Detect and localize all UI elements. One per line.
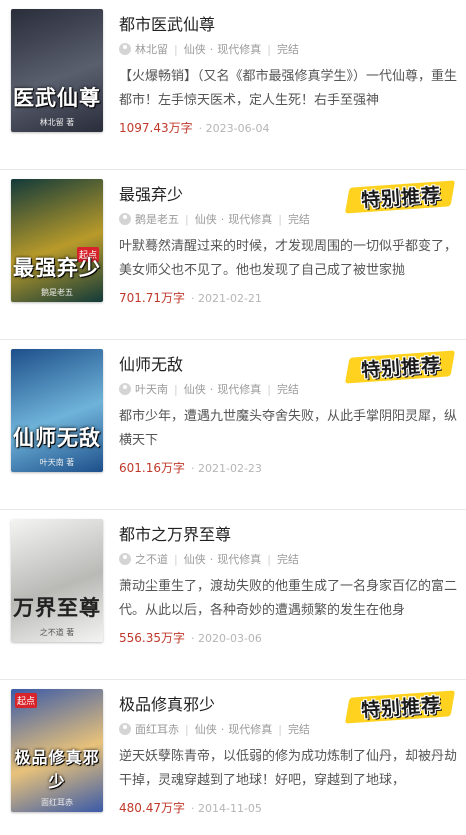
book-meta: 叶天南 | 仙侠 · 现代修真 | 完结 — [119, 381, 458, 399]
book-description: 叶默蓦然清醒过来的时候，才发现周围的一切似乎都变了，美女师父也不见了。他也发现了… — [119, 239, 458, 278]
word-count: 1097.43万字 — [119, 121, 193, 135]
cover-title: 极品修真邪少 — [14, 748, 100, 791]
author-name[interactable]: 叶天南 — [135, 383, 168, 396]
book-description: 【火爆畅销】（又名《都市最强修真学生》）一代仙尊，重生都市！左手惊天医术，定人生… — [119, 69, 458, 108]
book-subcategory[interactable]: 现代修真 — [217, 43, 261, 56]
book-title[interactable]: 都市医武仙尊 — [119, 14, 458, 36]
dot-separator: · — [209, 43, 214, 56]
book-footer: 480.47万字 2014-11-05 — [119, 800, 458, 816]
book-cover[interactable]: 起点 极品修真邪少 面红耳赤 — [11, 689, 103, 812]
book-footer: 556.35万字 2020-03-06 — [119, 630, 458, 646]
update-date: 2020-03-06 — [191, 632, 262, 645]
book-footer: 1097.43万字 2023-06-04 — [119, 120, 458, 136]
book-cover[interactable]: 起点 最强弃少 鹅是老五 — [11, 179, 103, 302]
book-meta: 面红耳赤 | 仙侠 · 现代修真 | 完结 — [119, 721, 458, 739]
divider: | — [185, 723, 189, 736]
cover-author: 鹅是老五 — [41, 288, 73, 297]
book-cover[interactable]: 万界至尊 之不道 著 — [11, 519, 103, 642]
book-item[interactable]: 起点 最强弃少 鹅是老五 特别推荐 最强弃少 鹅是老五 | 仙侠 · 现代修真 | 完结 叶… — [0, 170, 466, 340]
divider: | — [174, 553, 178, 566]
cover-author: 叶天南 著 — [39, 458, 75, 467]
book-status: 完结 — [287, 723, 310, 736]
author-avatar-icon — [119, 383, 131, 395]
dot-separator: · — [209, 553, 214, 566]
dot-separator: · — [209, 383, 214, 396]
word-count: 601.16万字 — [119, 461, 185, 475]
word-count: 701.71万字 — [119, 291, 185, 305]
book-subcategory[interactable]: 现代修真 — [228, 213, 272, 226]
book-title[interactable]: 都市之万界至尊 — [119, 524, 458, 546]
divider: | — [174, 43, 178, 56]
book-subcategory[interactable]: 现代修真 — [228, 723, 272, 736]
update-date: 2014-11-05 — [191, 802, 262, 815]
divider: | — [174, 383, 178, 396]
author-avatar-icon — [119, 723, 131, 735]
book-status: 完结 — [276, 43, 299, 56]
cover-title: 仙师无敌 — [13, 425, 101, 450]
cover-title: 万界至尊 — [13, 595, 101, 620]
cover-title: 最强弃少 — [13, 255, 101, 280]
book-category[interactable]: 仙侠 — [195, 213, 217, 226]
divider: | — [267, 553, 271, 566]
book-cover[interactable]: 医武仙尊 林北留 著 — [11, 9, 103, 132]
book-cover[interactable]: 仙师无敌 叶天南 著 — [11, 349, 103, 472]
cover-author: 面红耳赤 — [41, 798, 73, 807]
author-avatar-icon — [119, 213, 131, 225]
word-count: 556.35万字 — [119, 631, 185, 645]
divider: | — [278, 213, 282, 226]
book-meta: 林北留 | 仙侠 · 现代修真 | 完结 — [119, 41, 458, 59]
author-avatar-icon — [119, 553, 131, 565]
cover-badge: 起点 — [15, 693, 38, 708]
book-footer: 701.71万字 2021-02-21 — [119, 290, 458, 306]
cover-author: 林北留 著 — [39, 118, 75, 127]
update-date: 2023-06-04 — [199, 122, 270, 135]
book-title[interactable]: 仙师无敌 — [119, 354, 458, 376]
update-date: 2021-02-21 — [191, 292, 262, 305]
book-meta: 鹅是老五 | 仙侠 · 现代修真 | 完结 — [119, 211, 458, 229]
book-status: 完结 — [276, 553, 299, 566]
book-category[interactable]: 仙侠 — [195, 723, 217, 736]
cover-title: 医武仙尊 — [13, 85, 101, 110]
word-count: 480.47万字 — [119, 801, 185, 815]
book-category[interactable]: 仙侠 — [184, 43, 206, 56]
update-date: 2021-02-23 — [191, 462, 262, 475]
book-status: 完结 — [287, 213, 310, 226]
book-item[interactable]: 仙师无敌 叶天南 著 特别推荐 仙师无敌 叶天南 | 仙侠 · 现代修真 | 完结 都市少年… — [0, 340, 466, 510]
dot-separator: · — [220, 213, 225, 226]
book-item[interactable]: 万界至尊 之不道 著 都市之万界至尊 之不道 | 仙侠 · 现代修真 | 完结 萧动尘重生了… — [0, 510, 466, 680]
book-title[interactable]: 极品修真邪少 — [119, 694, 458, 716]
divider: | — [278, 723, 282, 736]
author-name[interactable]: 林北留 — [135, 43, 168, 56]
book-item[interactable]: 起点 极品修真邪少 面红耳赤 特别推荐 极品修真邪少 面红耳赤 | 仙侠 · 现代修真 |… — [0, 680, 466, 835]
book-subcategory[interactable]: 现代修真 — [217, 553, 261, 566]
book-description: 萧动尘重生了，渡劫失败的他重生成了一名身家百亿的富二代。从此以后，各种奇妙的遭遇… — [119, 579, 458, 618]
author-name[interactable]: 鹅是老五 — [135, 213, 179, 226]
book-description: 都市少年，遭遇九世魔头夺舍失败，从此手掌阴阳灵犀，纵横天下 — [119, 409, 458, 448]
book-status: 完结 — [276, 383, 299, 396]
book-category[interactable]: 仙侠 — [184, 553, 206, 566]
book-item[interactable]: 医武仙尊 林北留 著 都市医武仙尊 林北留 | 仙侠 · 现代修真 | 完结 【火爆畅销】（… — [0, 0, 466, 170]
book-list: 医武仙尊 林北留 著 都市医武仙尊 林北留 | 仙侠 · 现代修真 | 完结 【火爆畅销】（… — [0, 0, 466, 835]
book-title[interactable]: 最强弃少 — [119, 184, 458, 206]
divider: | — [267, 43, 271, 56]
book-meta: 之不道 | 仙侠 · 现代修真 | 完结 — [119, 551, 458, 569]
author-name[interactable]: 之不道 — [135, 553, 168, 566]
author-name[interactable]: 面红耳赤 — [135, 723, 179, 736]
divider: | — [185, 213, 189, 226]
book-footer: 601.16万字 2021-02-23 — [119, 460, 458, 476]
book-subcategory[interactable]: 现代修真 — [217, 383, 261, 396]
book-description: 逆天妖孽陈青帝，以低弱的修为成功炼制了仙丹，却被丹劫干掉，灵魂穿越到了地球！好吧… — [119, 749, 458, 788]
cover-author: 之不道 著 — [39, 628, 75, 637]
divider: | — [267, 383, 271, 396]
dot-separator: · — [220, 723, 225, 736]
book-category[interactable]: 仙侠 — [184, 383, 206, 396]
author-avatar-icon — [119, 43, 131, 55]
